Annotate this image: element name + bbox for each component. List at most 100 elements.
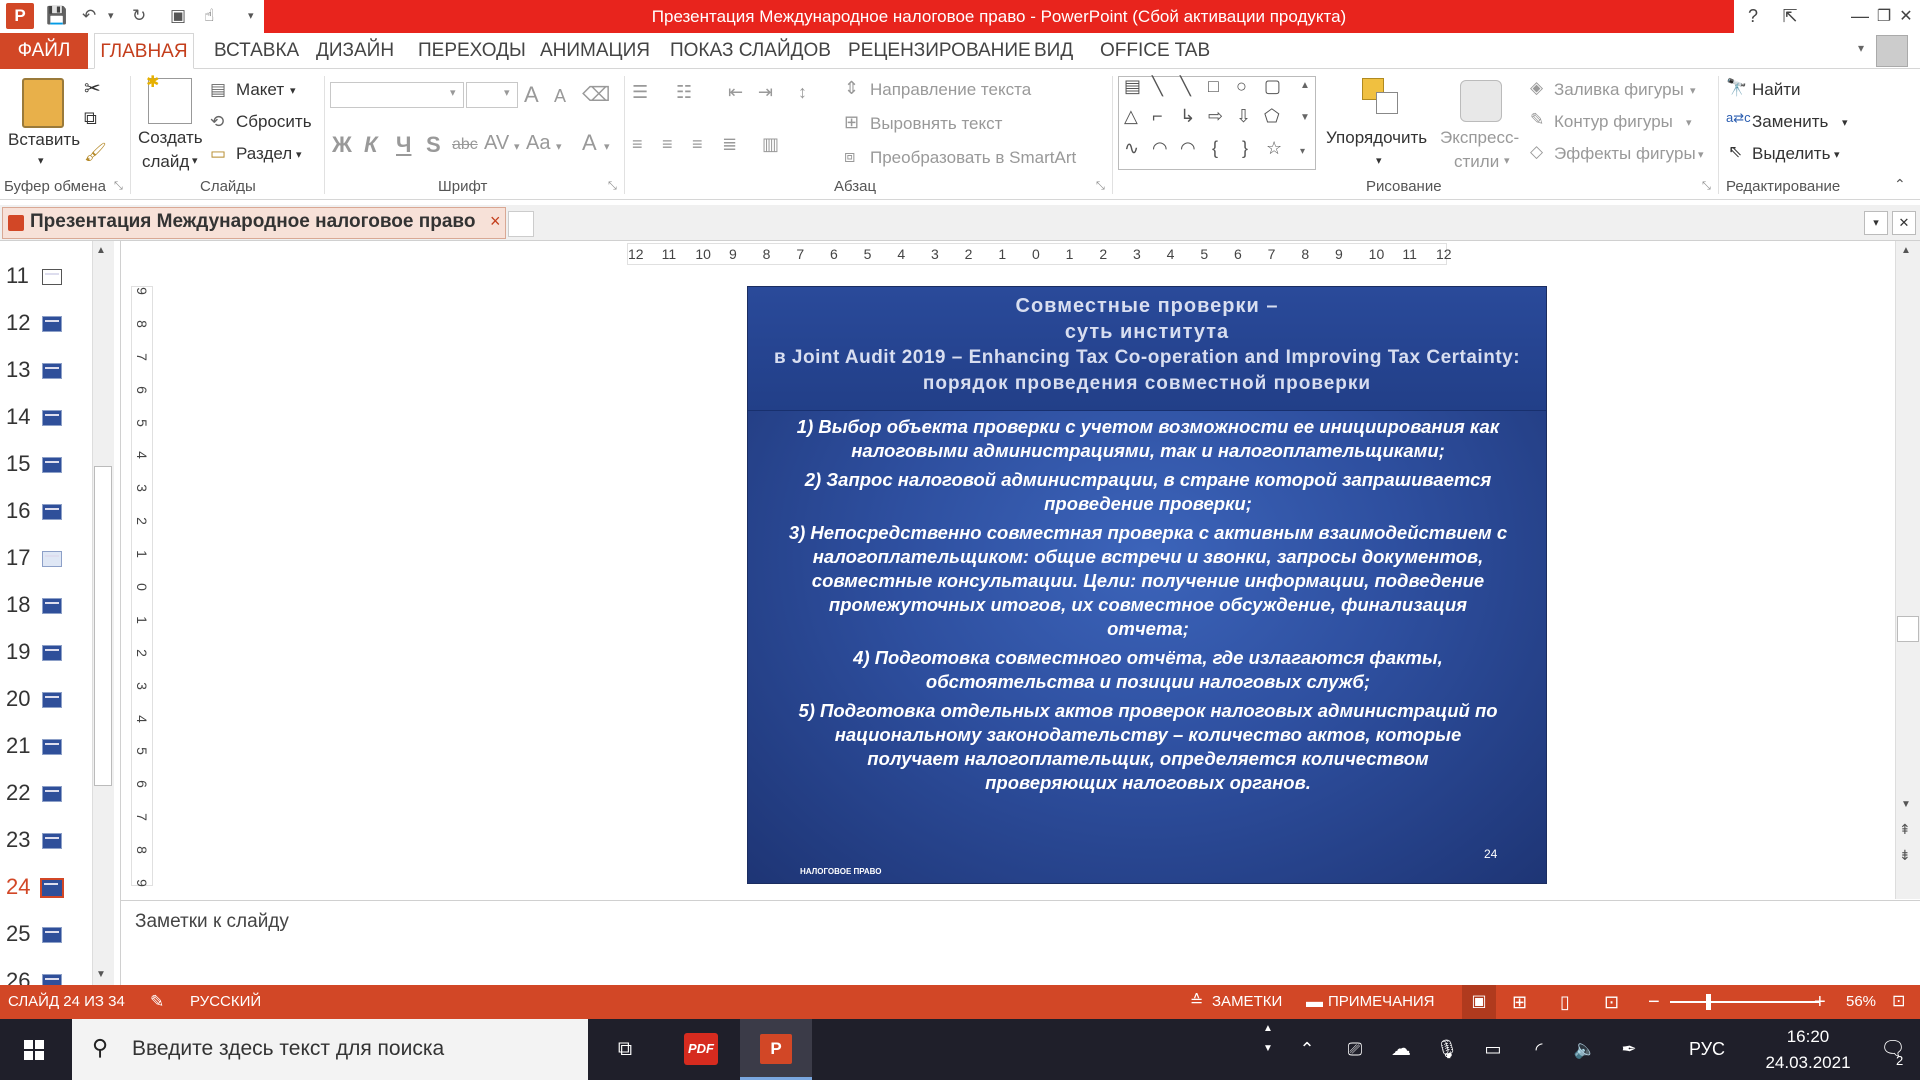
clipboard-icon[interactable]: [22, 78, 64, 128]
slide-point-1-b[interactable]: налоговыми администрациями, так и налого…: [748, 439, 1546, 463]
quick-styles-dropdown-icon[interactable]: ▾: [1504, 154, 1510, 167]
slide-title-line-2[interactable]: суть института: [748, 321, 1546, 344]
onedrive-icon[interactable]: ☁: [1386, 1019, 1416, 1080]
zoom-level[interactable]: 56%: [1846, 985, 1876, 1019]
shape-outline-button[interactable]: Контур фигуры: [1554, 112, 1673, 132]
slide-point-1-a[interactable]: 1) Выбор объекта проверки с учетом возмо…: [748, 415, 1546, 439]
slide-point-3-a[interactable]: 3) Непосредственно совместная проверка с…: [748, 521, 1546, 545]
wifi-icon[interactable]: ◜: [1524, 1019, 1554, 1080]
shrink-font-button[interactable]: A: [554, 86, 566, 107]
font-name-dropdown-icon[interactable]: ▾: [450, 86, 456, 99]
change-case-dropdown-icon[interactable]: ▾: [556, 140, 562, 153]
decrease-indent-icon[interactable]: ⇤: [728, 82, 743, 103]
undo-dropdown-icon[interactable]: ▾: [108, 3, 114, 29]
thumb-row[interactable]: 18: [0, 584, 100, 631]
change-case-button[interactable]: Aa: [526, 132, 550, 155]
thumb-row[interactable]: 16: [0, 490, 100, 537]
slide-24[interactable]: Совместные проверки – суть института в J…: [747, 286, 1547, 884]
shape-rect-icon[interactable]: □: [1208, 76, 1219, 97]
tab-list-dropdown-icon[interactable]: ▾: [1864, 211, 1888, 235]
section-dropdown-icon[interactable]: ▾: [296, 148, 302, 161]
reset-button[interactable]: Сбросить: [236, 112, 312, 132]
shape-textbox-icon[interactable]: ▤: [1124, 76, 1141, 97]
italic-button[interactable]: К: [364, 132, 378, 158]
smartart-button[interactable]: Преобразовать в SmartArt: [870, 148, 1076, 168]
slideshow-view-icon[interactable]: ⊡: [1604, 985, 1619, 1019]
thumb-row[interactable]: 13: [0, 349, 100, 396]
tab-slideshow[interactable]: ПОКАЗ СЛАЙДОВ: [670, 33, 831, 69]
notes-placeholder[interactable]: Заметки к слайду: [135, 911, 289, 933]
document-tab-close-button[interactable]: ×: [490, 211, 501, 232]
slide-point-5-a[interactable]: 5) Подготовка отдельных актов проверок н…: [748, 699, 1546, 723]
font-name-select[interactable]: [330, 82, 464, 108]
slide-point-2-a[interactable]: 2) Запрос налоговой администрации, в стр…: [748, 468, 1546, 492]
shapes-scroll-up-icon[interactable]: ▲: [1300, 80, 1310, 91]
thumb-row[interactable]: 19: [0, 631, 100, 678]
new-slide-button[interactable]: Создать: [138, 128, 203, 148]
strikethrough-button[interactable]: abc: [452, 136, 478, 154]
slide-title-line-4[interactable]: порядок проведения совместной проверки: [748, 373, 1546, 395]
shapes-more-icon[interactable]: ▾: [1300, 146, 1305, 157]
paste-button[interactable]: Вставить: [8, 130, 80, 150]
zoom-in-icon[interactable]: +: [1814, 985, 1826, 1019]
taskbar-search-placeholder[interactable]: Введите здесь текст для поиска: [132, 1037, 444, 1061]
volume-icon[interactable]: 🔈: [1570, 1019, 1600, 1080]
fit-slide-icon[interactable]: ⊡: [1892, 985, 1905, 1019]
slide-point-5-b[interactable]: национальному законодательству – количес…: [748, 723, 1546, 747]
shape-left-brace-icon[interactable]: {: [1212, 138, 1218, 159]
zoom-out-icon[interactable]: −: [1648, 985, 1660, 1019]
layout-button[interactable]: Макет: [236, 80, 284, 100]
bold-button[interactable]: Ж: [332, 132, 352, 158]
shapes-scroll-down-icon[interactable]: ▼: [1300, 112, 1310, 123]
slide-page-number[interactable]: 24: [1484, 847, 1497, 861]
shape-effects-button[interactable]: Эффекты фигуры: [1554, 144, 1696, 164]
shape-outline-dropdown-icon[interactable]: ▾: [1686, 116, 1692, 129]
thumbs-scroll-thumb[interactable]: [94, 466, 112, 786]
shape-down-arrow-icon[interactable]: ⇩: [1236, 106, 1251, 127]
shape-line2-icon[interactable]: ╲: [1180, 76, 1191, 97]
shape-elbow-arrow-icon[interactable]: ↳: [1180, 106, 1195, 127]
font-color-dropdown-icon[interactable]: ▾: [604, 140, 610, 153]
next-slide-icon[interactable]: ⇟: [1899, 847, 1911, 864]
taskbar-scroll-icon[interactable]: ▲ ▼: [1258, 1019, 1278, 1080]
copy-icon[interactable]: ⧉: [84, 108, 97, 129]
justify-icon[interactable]: ≣: [722, 134, 737, 155]
zoom-slider-thumb[interactable]: [1706, 994, 1712, 1010]
tab-office-tab[interactable]: OFFICE TAB: [1100, 33, 1210, 69]
tab-view[interactable]: ВИД: [1034, 33, 1073, 69]
ribbon-display-icon[interactable]: ⇱: [1772, 0, 1808, 33]
clipboard-launcher-icon[interactable]: ⤡: [114, 180, 123, 193]
format-painter-icon[interactable]: 🖌: [84, 142, 107, 163]
slide-point-3-d[interactable]: промежуточных итогов, их совместное обсу…: [748, 593, 1546, 617]
replace-button[interactable]: Заменить: [1752, 112, 1828, 132]
font-launcher-icon[interactable]: ⤡: [608, 180, 617, 193]
columns-icon[interactable]: ▥: [762, 134, 779, 155]
line-spacing-icon[interactable]: ↕: [798, 82, 807, 103]
thumb-row-active[interactable]: 24: [0, 866, 100, 913]
slide-point-2-b[interactable]: проведение проверки;: [748, 492, 1546, 516]
font-size-dropdown-icon[interactable]: ▾: [504, 86, 510, 99]
shape-fill-dropdown-icon[interactable]: ▾: [1690, 84, 1696, 97]
notes-pane[interactable]: Заметки к слайду: [121, 900, 1920, 985]
help-button[interactable]: ?: [1735, 0, 1771, 33]
cut-icon[interactable]: ✂: [84, 76, 101, 101]
canvas-scroll-up-icon[interactable]: ▲: [1901, 245, 1911, 256]
shape-right-brace-icon[interactable]: }: [1242, 138, 1248, 159]
thumb-row[interactable]: 12: [0, 302, 100, 349]
clock-date[interactable]: 24.03.2021: [1748, 1053, 1868, 1073]
windows-start-icon[interactable]: [0, 1019, 70, 1080]
canvas-scroll-down-icon[interactable]: ▼: [1901, 799, 1911, 810]
shape-triangle-icon[interactable]: △: [1124, 106, 1138, 127]
shape-oval-icon[interactable]: ○: [1236, 76, 1247, 97]
pdf-app-icon[interactable]: PDF: [676, 1019, 726, 1080]
arrange-icon[interactable]: [1362, 78, 1402, 120]
slide-point-4-b[interactable]: обстоятельства и позиции налоговых служб…: [748, 670, 1546, 694]
clear-format-icon[interactable]: ⌫: [582, 82, 610, 107]
tab-close-all-icon[interactable]: ✕: [1892, 211, 1916, 235]
char-spacing-button[interactable]: AV: [484, 132, 509, 155]
notification-center-icon[interactable]: 🗨: [1868, 1019, 1918, 1080]
drawing-launcher-icon[interactable]: ⤡: [1702, 180, 1711, 193]
thumb-row[interactable]: 20: [0, 678, 100, 725]
powerpoint-taskbar-button[interactable]: P: [740, 1019, 812, 1080]
meet-now-icon[interactable]: ⎚: [1340, 1019, 1370, 1080]
